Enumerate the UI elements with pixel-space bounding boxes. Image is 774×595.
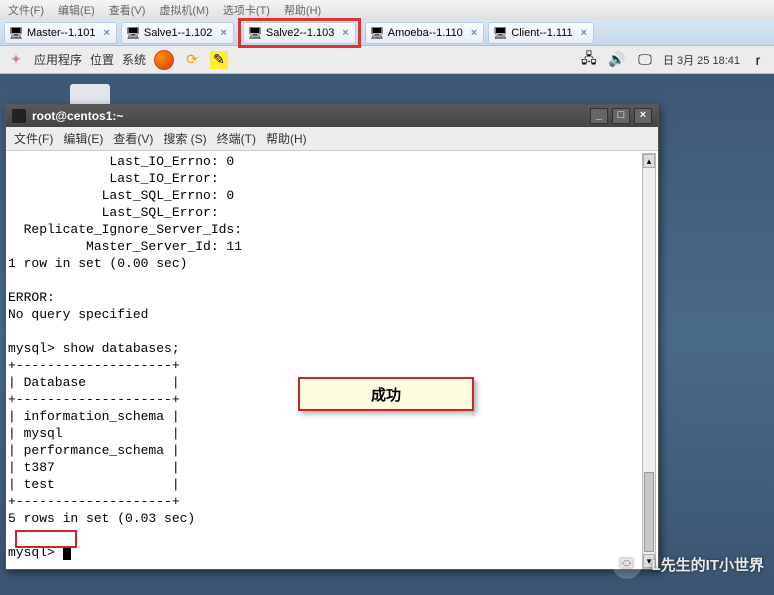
term-menu-search[interactable]: 搜索 (S) [163,130,206,147]
menu-item[interactable]: 查看(V) [109,2,146,18]
window-icon [12,109,26,123]
terminal-menubar: 文件(F) 编辑(E) 查看(V) 搜索 (S) 终端(T) 帮助(H) [6,127,658,151]
tab-label: Salve1--1.102 [144,27,213,39]
vm-tabs: 🖥 Master--1.101 × 🖥 Salve1--1.102 × 🖥 Sa… [0,20,774,46]
tab-label: Salve2--1.103 [266,27,335,39]
menu-item[interactable]: 文件(F) [8,2,44,18]
tab-master[interactable]: 🖥 Master--1.101 × [4,22,117,44]
term-menu-terminal[interactable]: 终端(T) [217,130,256,147]
wechat-icon: ✉ [612,549,642,579]
system-menu[interactable]: 系统 [122,51,146,68]
display-icon[interactable]: 🖵 [635,50,655,70]
vm-icon: 🖥 [493,26,507,40]
term-menu-edit[interactable]: 编辑(E) [63,130,103,147]
notes-icon[interactable]: ✎ [210,51,228,69]
vm-icon: 🖥 [9,26,23,40]
update-icon[interactable]: ⟳ [182,50,202,70]
maximize-button[interactable]: □ [612,108,630,124]
tab-label: Client--1.111 [511,27,572,39]
volume-icon[interactable]: 🔊 [607,50,627,70]
menu-item[interactable]: 选项卡(T) [223,2,270,18]
menu-item[interactable]: 编辑(E) [58,2,95,18]
applications-menu[interactable]: 应用程序 [34,51,82,68]
app-menubar: 文件(F) 编辑(E) 查看(V) 虚拟机(M) 选项卡(T) 帮助(H) [0,0,774,20]
term-menu-file[interactable]: 文件(F) [14,130,53,147]
close-icon[interactable]: × [103,27,109,39]
close-icon[interactable]: × [471,27,477,39]
network-icon[interactable]: 🖧 [579,50,599,70]
callout-success: 成功 [298,377,474,411]
tab-client[interactable]: 🖥 Client--1.111 × [488,22,594,44]
cursor [63,546,71,560]
terminal-window: root@centos1:~ _ □ × 文件(F) 编辑(E) 查看(V) 搜… [5,104,659,570]
term-menu-view[interactable]: 查看(V) [113,130,153,147]
tab-salve2[interactable]: 🖥 Salve2--1.103 × [243,22,356,44]
callout-text: 成功 [371,384,401,405]
tab-label: Amoeba--1.110 [388,27,463,39]
clock[interactable]: 日 3月 25 18:41 [663,52,740,68]
terminal-titlebar[interactable]: root@centos1:~ _ □ × [6,105,658,127]
watermark-text: L先生的IT小世界 [652,554,765,575]
close-button[interactable]: × [634,108,652,124]
menu-item[interactable]: 帮助(H) [284,2,321,18]
close-icon[interactable]: × [581,27,587,39]
gnome-panel: ✦ 应用程序 位置 系统 ⟳ ✎ 🖧 🔊 🖵 日 3月 25 18:41 r [0,46,774,74]
tab-amoeba[interactable]: 🖥 Amoeba--1.110 × [365,22,484,44]
scroll-up-button[interactable]: ▴ [643,154,655,168]
vm-icon: 🖥 [370,26,384,40]
tab-label: Master--1.101 [27,27,95,39]
scroll-thumb[interactable] [644,472,654,552]
close-icon[interactable]: × [342,27,348,39]
tab-highlight: 🖥 Salve2--1.103 × [238,18,361,48]
term-menu-help[interactable]: 帮助(H) [266,130,307,147]
vm-icon: 🖥 [248,26,262,40]
minimize-button[interactable]: _ [590,108,608,124]
terminal-output[interactable]: Last_IO_Errno: 0 Last_IO_Error: Last_SQL… [6,151,658,569]
tab-salve1[interactable]: 🖥 Salve1--1.102 × [121,22,234,44]
user-icon[interactable]: r [748,50,768,70]
desktop[interactable]: root@centos1:~ _ □ × 文件(F) 编辑(E) 查看(V) 搜… [0,74,774,595]
firefox-icon[interactable] [154,50,174,70]
vm-icon: 🖥 [126,26,140,40]
terminal-scrollbar[interactable]: ▴ ▾ [642,153,656,569]
places-menu[interactable]: 位置 [90,51,114,68]
menu-item[interactable]: 虚拟机(M) [159,2,209,18]
close-icon[interactable]: × [220,27,226,39]
apps-icon[interactable]: ✦ [6,50,26,70]
watermark: ✉ L先生的IT小世界 [612,549,765,579]
window-title: root@centos1:~ [32,109,123,123]
